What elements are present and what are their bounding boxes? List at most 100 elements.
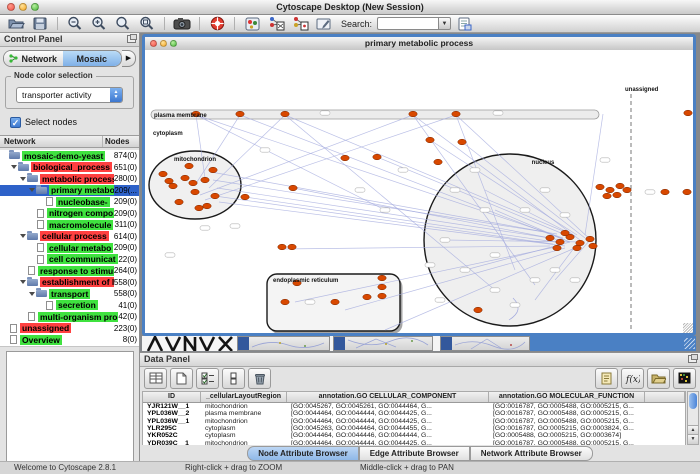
network-node[interactable] xyxy=(409,111,417,117)
tree-row[interactable]: cell communicat22(0) xyxy=(0,254,139,266)
tree-item-label[interactable]: nitrogen compo xyxy=(47,208,114,218)
network-node[interactable] xyxy=(189,180,197,186)
tab-edge-attribute-browser[interactable]: Edge Attribute Browser xyxy=(359,446,470,461)
network-node[interactable] xyxy=(191,189,199,195)
tree-item-label[interactable]: metabolic process xyxy=(40,174,114,184)
network-node[interactable] xyxy=(603,193,611,199)
minimize-icon[interactable] xyxy=(160,40,167,47)
network-node[interactable] xyxy=(169,183,177,189)
network-node[interactable] xyxy=(281,111,289,117)
tab-network[interactable]: Network xyxy=(4,51,63,66)
network-node[interactable] xyxy=(452,111,460,117)
tree-row[interactable]: macromolecule311(0) xyxy=(0,219,139,231)
select-attributes-icon[interactable] xyxy=(196,368,219,389)
float-panel-icon[interactable] xyxy=(127,35,136,43)
tree-item-label[interactable]: cellular metabo xyxy=(47,243,113,253)
scroll-down-icon[interactable]: ▼ xyxy=(688,434,698,444)
network-window[interactable]: primary metabolic process plasma me xyxy=(142,34,696,336)
tree-item-label[interactable]: response to stimulu xyxy=(38,266,114,276)
network-node-small[interactable] xyxy=(165,253,175,257)
network-node-small[interactable] xyxy=(398,168,408,172)
tree-item-label[interactable]: mosaic-demo-yeast xyxy=(22,151,105,161)
network-node[interactable] xyxy=(288,244,296,250)
table-scrollbar[interactable]: ▲ ▼ xyxy=(687,391,699,445)
minimize-icon[interactable] xyxy=(19,3,27,11)
matrix-icon[interactable] xyxy=(673,368,696,389)
tab-node-attribute-browser[interactable]: Node Attribute Browser xyxy=(247,446,359,461)
new-page-icon[interactable] xyxy=(170,368,193,389)
network-node[interactable] xyxy=(589,243,597,249)
network-node-small[interactable] xyxy=(230,224,240,228)
close-icon[interactable] xyxy=(150,40,157,47)
zoom-region-icon[interactable] xyxy=(136,16,158,32)
tree-item-label[interactable]: Overview xyxy=(20,335,62,345)
import-folder-icon[interactable] xyxy=(647,368,670,389)
network-node[interactable] xyxy=(474,307,482,313)
network-node[interactable] xyxy=(373,154,381,160)
network-node[interactable] xyxy=(203,203,211,209)
table-row[interactable]: YKR052Ccytoplasm[GO:0044464, GO:0044446,… xyxy=(143,432,685,439)
tree-col-nodes[interactable]: Nodes xyxy=(103,136,139,147)
table-row[interactable]: YDR039C__1mitochondrion[GO:0044464, GO:0… xyxy=(143,439,685,445)
save-icon[interactable] xyxy=(29,16,51,32)
tree-row[interactable]: unassigned223(0) xyxy=(0,323,139,335)
network-node-small[interactable] xyxy=(490,253,500,257)
network-node[interactable] xyxy=(426,137,434,143)
tree-row[interactable]: primary metabo209(... xyxy=(0,185,139,197)
close-icon[interactable] xyxy=(7,3,15,11)
column-header[interactable]: annotation.GO CELLULAR_COMPONENT xyxy=(287,392,489,402)
expand-triangle-icon[interactable] xyxy=(29,292,35,296)
birdseye-view[interactable] xyxy=(6,351,134,474)
network-node[interactable] xyxy=(331,299,339,305)
tree-item-label[interactable]: secretion xyxy=(56,300,98,310)
network-node-small[interactable] xyxy=(645,190,655,194)
network-node-small[interactable] xyxy=(490,288,500,292)
network-node[interactable] xyxy=(378,293,386,299)
float-panel-icon[interactable] xyxy=(688,355,697,363)
network-node-small[interactable] xyxy=(520,208,530,212)
notes-icon[interactable] xyxy=(595,368,618,389)
network-node-small[interactable] xyxy=(260,148,270,152)
network-node-small[interactable] xyxy=(550,268,560,272)
scrollbar-thumb[interactable] xyxy=(689,393,697,409)
network-node-small[interactable] xyxy=(425,263,435,267)
table-row[interactable]: YLR295Ccytoplasm[GO:0045263, GO:0044464,… xyxy=(143,425,685,432)
network-node[interactable] xyxy=(683,189,691,195)
open-folder-icon[interactable] xyxy=(5,16,27,32)
network-node-small[interactable] xyxy=(355,188,365,192)
network-node-small[interactable] xyxy=(460,268,470,272)
network-node[interactable] xyxy=(211,193,219,199)
network-node-small[interactable] xyxy=(560,213,570,217)
tree-item-label[interactable]: biological_process xyxy=(31,162,112,172)
tree-row[interactable]: nucleobase-209(0) xyxy=(0,196,139,208)
network-node-small[interactable] xyxy=(320,111,330,115)
network-node[interactable] xyxy=(175,199,183,205)
tree-row[interactable]: transport558(0) xyxy=(0,288,139,300)
network-node[interactable] xyxy=(209,167,217,173)
network-node-small[interactable] xyxy=(530,278,540,282)
resize-grip[interactable] xyxy=(684,338,695,349)
network-node-small[interactable] xyxy=(470,168,480,172)
layout-network-a-icon[interactable] xyxy=(265,16,287,32)
network-node[interactable] xyxy=(553,245,561,251)
background-window[interactable] xyxy=(440,336,530,351)
node-color-dropdown[interactable]: transporter activity ▲▼ xyxy=(16,87,123,103)
network-canvas[interactable]: plasma membrane cytoplasm mitochondrion … xyxy=(145,50,693,333)
network-node[interactable] xyxy=(586,236,594,242)
tab-overflow-icon[interactable]: ▶ xyxy=(122,50,136,67)
tree-item-label[interactable]: primary metabo xyxy=(49,185,114,195)
network-node[interactable] xyxy=(556,239,564,245)
network-node[interactable] xyxy=(281,299,289,305)
network-node-small[interactable] xyxy=(305,300,315,304)
network-node-small[interactable] xyxy=(493,111,503,115)
network-node[interactable] xyxy=(661,189,669,195)
network-node-small[interactable] xyxy=(380,208,390,212)
network-node[interactable] xyxy=(181,175,189,181)
vizmapper-icon[interactable] xyxy=(241,16,263,32)
tree-item-label[interactable]: cellular process xyxy=(40,231,109,241)
expand-triangle-icon[interactable] xyxy=(29,188,35,192)
column-header[interactable]: annotation.GO MOLECULAR_FUNCTION xyxy=(489,392,645,402)
tab-network-attribute-browser[interactable]: Network Attribute Browser xyxy=(470,446,593,461)
tree-item-label[interactable]: transport xyxy=(49,289,90,299)
tree-row[interactable]: metabolic process280(0) xyxy=(0,173,139,185)
